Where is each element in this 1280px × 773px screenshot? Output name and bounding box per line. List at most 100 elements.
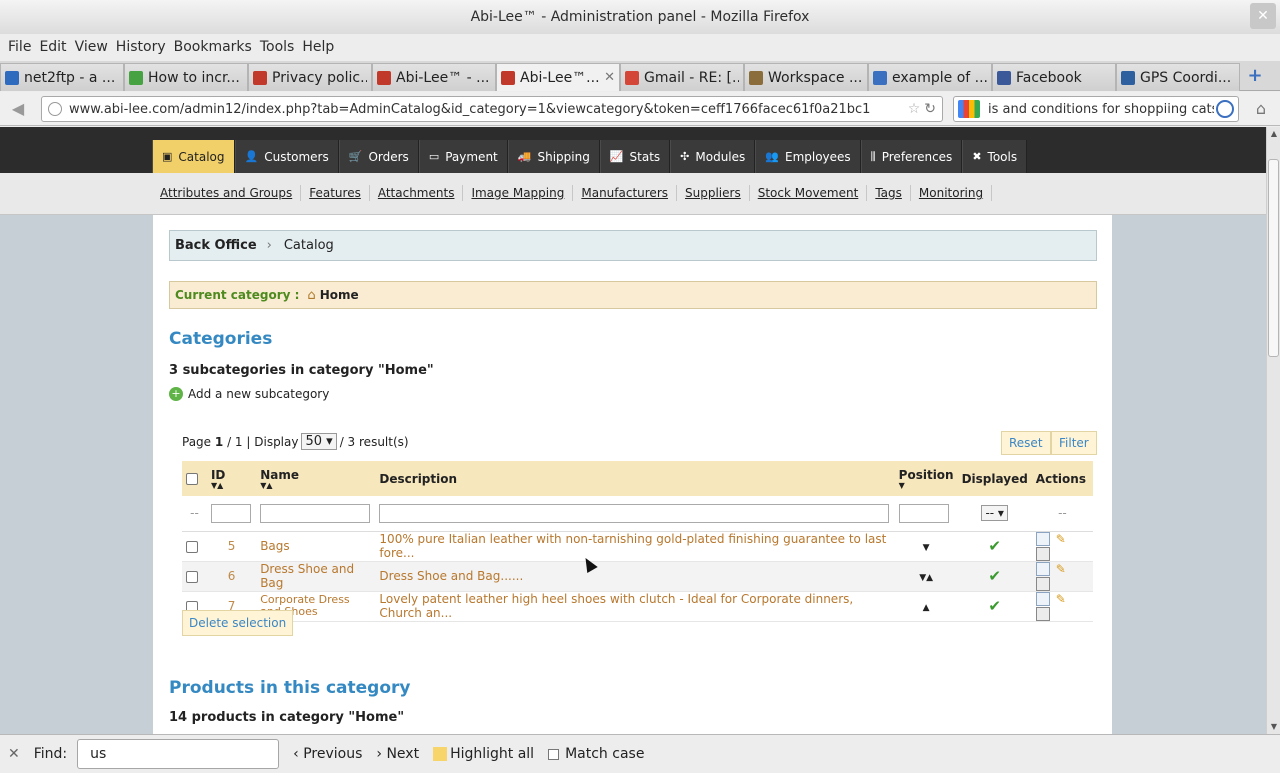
nav-payment[interactable]: ▭ Payment: [418, 140, 508, 173]
row-description[interactable]: Dress Shoe and Bag......: [375, 561, 895, 592]
find-next-button[interactable]: › Next: [376, 746, 419, 762]
current-category-value[interactable]: Home: [320, 288, 359, 302]
edit-icon[interactable]: ✎: [1054, 562, 1068, 576]
filter-button[interactable]: Filter: [1051, 431, 1097, 455]
menu-tools[interactable]: Tools: [260, 39, 295, 55]
window-close-button[interactable]: ✕: [1250, 3, 1276, 29]
scrollbar-thumb[interactable]: [1268, 159, 1279, 357]
filter-name-input[interactable]: [260, 503, 371, 523]
delete-icon[interactable]: [1035, 606, 1050, 621]
row-checkbox[interactable]: [186, 570, 198, 583]
row-id[interactable]: 5: [206, 531, 257, 562]
browser-tab[interactable]: Gmail - RE: [...: [620, 63, 744, 91]
delete-selection-button[interactable]: Delete selection: [182, 610, 294, 636]
home-icon[interactable]: ⌂: [1250, 99, 1272, 119]
subnav-attributes-and-groups[interactable]: Attributes and Groups: [152, 185, 302, 201]
menu-bookmarks[interactable]: Bookmarks: [174, 39, 252, 55]
browser-tab-active[interactable]: Abi-Lee™... ✕: [496, 63, 620, 91]
scroll-up-icon[interactable]: ▲: [1267, 127, 1280, 141]
browser-tab[interactable]: Workspace ...: [744, 63, 868, 91]
nav-customers[interactable]: 👤 Customers: [234, 140, 339, 173]
nav-stats[interactable]: 📈 Stats: [599, 140, 671, 173]
row-name[interactable]: Bags: [256, 531, 376, 562]
view-icon[interactable]: [1035, 592, 1050, 606]
per-page-select[interactable]: 50 ▾: [301, 433, 337, 450]
search-bar[interactable]: is and conditions for shoppiing cats: [953, 96, 1239, 122]
row-description[interactable]: 100% pure Italian leather with non-tarni…: [375, 531, 895, 562]
check-icon[interactable]: ✔: [988, 597, 1001, 615]
search-text[interactable]: is and conditions for shoppiing cats: [988, 102, 1214, 117]
menu-file[interactable]: File: [8, 39, 31, 55]
reload-icon[interactable]: ↻: [924, 101, 936, 117]
nav-employees[interactable]: 👥 Employees: [755, 140, 861, 173]
nav-catalog[interactable]: ▣ Catalog: [152, 140, 235, 173]
find-input[interactable]: us: [77, 739, 280, 769]
filter-id-input[interactable]: [210, 503, 251, 523]
view-icon[interactable]: [1035, 532, 1050, 546]
check-icon[interactable]: ✔: [988, 537, 1001, 555]
row-description[interactable]: Lovely patent leather high heel shoes wi…: [375, 591, 895, 622]
browser-tab[interactable]: Abi-Lee™ - ...: [372, 63, 496, 91]
reset-button[interactable]: Reset: [1001, 431, 1051, 455]
browser-tab[interactable]: example of ...: [868, 63, 992, 91]
match-case-toggle[interactable]: Match case: [548, 746, 644, 762]
menu-history[interactable]: History: [116, 39, 166, 55]
table-row[interactable]: 7 Corporate Dress and Shoes Lovely paten…: [182, 591, 1093, 622]
table-row[interactable]: 6 Dress Shoe and Bag Dress Shoe and Bag.…: [182, 561, 1093, 592]
edit-icon[interactable]: ✎: [1054, 532, 1068, 546]
row-name[interactable]: Dress Shoe and Bag: [256, 561, 376, 592]
filter-description-input[interactable]: [379, 503, 890, 523]
subnav-suppliers[interactable]: Suppliers: [677, 185, 750, 201]
subnav-manufacturers[interactable]: Manufacturers: [573, 185, 678, 201]
edit-icon[interactable]: ✎: [1054, 592, 1068, 606]
add-subcategory-link[interactable]: + Add a new subcategory: [169, 387, 329, 401]
menu-edit[interactable]: Edit: [39, 39, 66, 55]
menu-help[interactable]: Help: [302, 39, 334, 55]
table-row[interactable]: 5 Bags 100% pure Italian leather with no…: [182, 531, 1093, 562]
nav-orders[interactable]: 🛒 Orders: [338, 140, 419, 173]
filter-displayed-select[interactable]: -- ▾: [981, 505, 1008, 522]
browser-tab[interactable]: net2ftp - a ...: [0, 63, 124, 91]
nav-modules[interactable]: ✣ Modules: [670, 140, 756, 173]
sort-arrows-icon[interactable]: ▼▲: [211, 481, 252, 490]
url-bar[interactable]: www.abi-lee.com/admin12/index.php?tab=Ad…: [41, 96, 943, 122]
subnav-image-mapping[interactable]: Image Mapping: [463, 185, 574, 201]
subnav-attachments[interactable]: Attachments: [370, 185, 464, 201]
browser-tab[interactable]: Privacy polic...: [248, 63, 372, 91]
vertical-scrollbar[interactable]: ▲ ▼: [1266, 127, 1280, 734]
tab-close-icon[interactable]: ✕: [604, 70, 615, 85]
delete-icon[interactable]: [1035, 576, 1050, 591]
subnav-tags[interactable]: Tags: [867, 185, 911, 201]
bookmark-star-icon[interactable]: ☆: [908, 101, 921, 117]
back-button[interactable]: ◀: [4, 98, 32, 120]
position-arrow-icon[interactable]: ▲: [923, 603, 930, 613]
find-previous-button[interactable]: ‹ Previous: [293, 746, 362, 762]
subnav-monitoring[interactable]: Monitoring: [911, 185, 993, 201]
position-arrow-icon[interactable]: ▼: [923, 543, 930, 553]
menu-view[interactable]: View: [75, 39, 108, 55]
find-close-icon[interactable]: ✕: [8, 746, 20, 762]
breadcrumb-root[interactable]: Back Office: [175, 238, 257, 253]
browser-tab[interactable]: How to incr...: [124, 63, 248, 91]
browser-tab[interactable]: Facebook: [992, 63, 1116, 91]
browser-tab[interactable]: GPS Coordi...: [1116, 63, 1240, 91]
subnav-features[interactable]: Features: [301, 185, 370, 201]
highlight-all-button[interactable]: Highlight all: [433, 746, 534, 762]
subnav-stock-movement[interactable]: Stock Movement: [750, 185, 868, 201]
position-arrow-icon[interactable]: ▼▲: [919, 573, 933, 583]
view-icon[interactable]: [1035, 562, 1050, 576]
url-text[interactable]: www.abi-lee.com/admin12/index.php?tab=Ad…: [69, 102, 904, 117]
row-checkbox[interactable]: [186, 540, 198, 553]
search-icon[interactable]: [1216, 100, 1234, 118]
scroll-down-icon[interactable]: ▼: [1267, 720, 1280, 734]
nav-shipping[interactable]: 🚚 Shipping: [507, 140, 600, 173]
delete-icon[interactable]: [1035, 546, 1050, 561]
nav-preferences[interactable]: ⫼ Preferences: [860, 140, 963, 173]
nav-tools[interactable]: ✖ Tools: [962, 140, 1028, 173]
match-case-checkbox[interactable]: [548, 748, 560, 760]
sort-arrows-icon[interactable]: ▼▲: [260, 481, 371, 490]
select-all-checkbox[interactable]: [186, 473, 198, 485]
sort-arrows-icon[interactable]: ▼: [899, 481, 954, 490]
google-search-engine-icon[interactable]: [958, 100, 980, 118]
check-icon[interactable]: ✔: [988, 567, 1001, 585]
